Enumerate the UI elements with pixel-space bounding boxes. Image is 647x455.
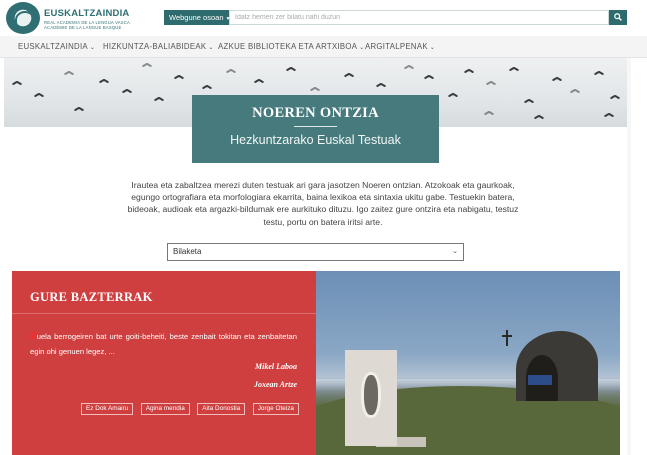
quote-text: uela berrogeiren bat urte goiti-beheiti,… [30, 332, 297, 356]
bird-icon [74, 106, 84, 112]
brand-subtitle-fr: ACADÉMIE DE LA LANGUE BASQUE [44, 25, 122, 30]
nav-item-euskaltzaindia[interactable]: EUSKALTZAINDIA ⌄ [18, 42, 95, 51]
bird-icon [254, 78, 264, 84]
bird-icon [202, 84, 212, 90]
bird-icon [34, 92, 44, 98]
feature-title[interactable]: GURE BAZTERRAK [30, 290, 153, 305]
hero-title-box: NOEREN ONTZIA Hezkuntzarako Euskal Testu… [192, 95, 439, 163]
search-type-select[interactable]: Bilaketa ⌄ [167, 243, 464, 261]
chevron-down-icon: ⌄ [208, 45, 214, 51]
tag-agina-mendia[interactable]: Agina mendia [140, 403, 190, 415]
bird-icon [570, 88, 580, 94]
bird-icon [174, 74, 184, 80]
chevron-down-icon: ⌄ [89, 45, 96, 51]
chevron-down-icon: ⌄ [452, 248, 458, 255]
search-scope-dropdown[interactable]: Webgune osoan ▼ [164, 10, 230, 25]
cross-icon [506, 330, 508, 346]
bird-icon [226, 68, 236, 74]
bird-icon [552, 76, 562, 82]
bird-icon [154, 96, 164, 102]
select-value: Bilaketa [173, 247, 202, 256]
feature-card[interactable]: GURE BAZTERRAK duela berrogeiren bat urt… [12, 271, 316, 455]
main-nav: EUSKALTZAINDIA ⌄ HIZKUNTZA-BALIABIDEAK ⌄ A… [0, 36, 647, 58]
page-scrollbar[interactable] [627, 58, 631, 455]
euskaltzaindia-logo-icon[interactable] [6, 2, 40, 34]
bird-icon [122, 88, 132, 94]
chapel-window [528, 375, 552, 385]
bird-icon [310, 86, 320, 92]
bird-icon [286, 66, 296, 72]
page-subtitle: Hezkuntzarako Euskal Testuak [230, 133, 401, 147]
bird-icon [509, 66, 519, 72]
quote-initial: d [30, 330, 37, 342]
bird-icon [484, 110, 494, 116]
tag-aita-donostia[interactable]: Aita Donostia [197, 403, 246, 415]
bird-icon [594, 70, 604, 76]
chevron-down-icon: ⌄ [429, 45, 436, 51]
author-name: Mikel Laboa [255, 362, 297, 371]
photo-chapel [516, 331, 598, 401]
bird-icon [64, 70, 74, 76]
search-scope-label: Webgune osoan [169, 13, 224, 22]
bird-icon [99, 78, 109, 84]
site-header: EUSKALTZAINDIA REAL ACADEMIA DE LA LENGU… [0, 0, 647, 36]
nav-item-label: HIZKUNTZA-BALIABIDEAK [103, 42, 207, 51]
bird-icon [610, 94, 620, 100]
title-divider [294, 126, 337, 127]
bird-icon [524, 98, 534, 104]
page-title: NOEREN ONTZIA [252, 105, 379, 121]
feature-divider [12, 313, 316, 314]
bird-icon [12, 80, 22, 86]
feature-quote: duela berrogeiren bat urte goiti-beheiti… [30, 329, 297, 359]
feature-photo[interactable] [316, 271, 620, 455]
bird-icon [604, 112, 614, 118]
chevron-down-icon: ⌄ [359, 45, 365, 51]
photo-sculpture [345, 350, 397, 446]
tag-list: Ez Dok Amairu Agina mendia Aita Donostia… [81, 397, 302, 415]
author-name: Joxean Artze [253, 380, 297, 389]
nav-item-label: EUSKALTZAINDIA [18, 42, 88, 51]
bird-icon [464, 68, 474, 74]
bird-icon [376, 82, 386, 88]
cross-icon [502, 335, 512, 337]
bird-icon [448, 92, 458, 98]
search-button[interactable] [609, 10, 627, 25]
search-input[interactable] [229, 10, 609, 25]
sculpture-hole [361, 372, 381, 418]
bird-icon [424, 74, 434, 80]
tag-jorge-oteiza[interactable]: Jorge Oteiza [252, 403, 299, 415]
nav-item-label: ARGITALPENAK [365, 42, 428, 51]
intro-text: Irautea eta zabaltzea merezi duten testu… [127, 180, 519, 227]
bird-icon [344, 72, 354, 78]
bird-icon [404, 64, 414, 70]
nav-item-label: AZKUE BIBLIOTEKA ETA ARTXIBOA [218, 42, 358, 51]
nav-item-argitalpenak[interactable]: ARGITALPENAK ⌄ [365, 42, 435, 51]
search-icon [614, 13, 622, 21]
bird-icon [142, 62, 152, 68]
tag-ez-dok-amairu[interactable]: Ez Dok Amairu [81, 403, 134, 415]
bird-icon [534, 114, 544, 120]
nav-item-azkue-biblioteka[interactable]: AZKUE BIBLIOTEKA ETA ARTXIBOA ⌄ [218, 42, 365, 51]
nav-item-hizkuntza-baliabideak[interactable]: HIZKUNTZA-BALIABIDEAK ⌄ [103, 42, 214, 51]
bird-icon [486, 80, 496, 86]
brand-name[interactable]: EUSKALTZAINDIA [44, 8, 129, 19]
